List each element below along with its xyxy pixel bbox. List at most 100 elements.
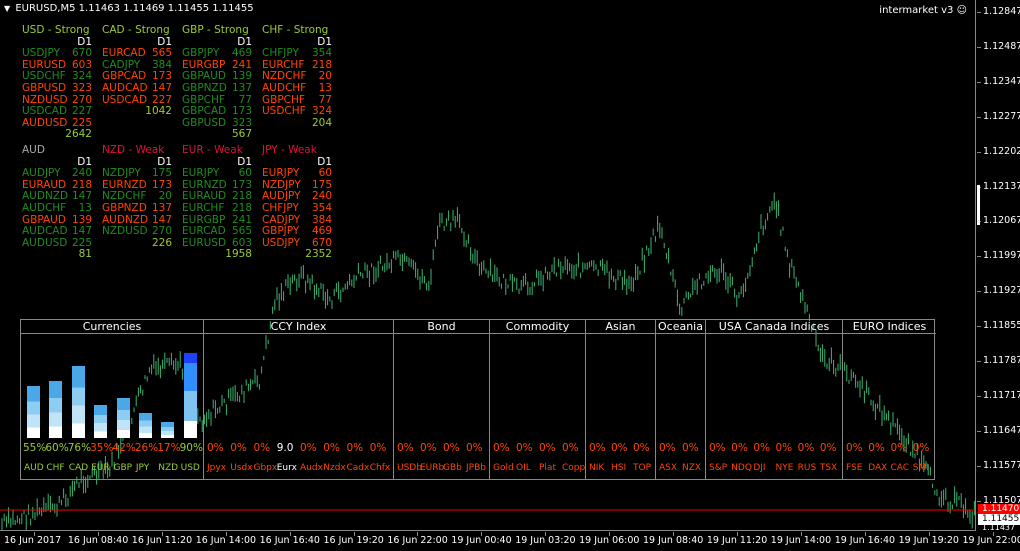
price-tick [977, 81, 981, 83]
strength-row: GBPJPY 469 [262, 226, 340, 238]
instrument-label[interactable]: Nzdx [323, 463, 346, 473]
strength-bar [94, 404, 108, 438]
instrument-label[interactable]: GBP [114, 463, 133, 473]
chart-area[interactable]: ▼ EURUSD,M5 1.11463 1.11469 1.11455 1.11… [0, 0, 976, 531]
instrument-label[interactable]: Gold [493, 463, 514, 473]
instrument-label[interactable]: NDQ [731, 463, 752, 473]
instrument-label[interactable]: RUS [798, 463, 817, 473]
price-label: 1.11997 [983, 250, 1020, 262]
time-label: 16 Jun 08:40 [67, 535, 129, 546]
strength-group: CHF - Strong D1 CHFJPY 354 EURCHF 218 NZDCHF 20… [262, 24, 340, 129]
instrument-label[interactable]: DAX [868, 463, 887, 473]
instrument-label[interactable]: ASX [659, 463, 677, 473]
instrument-label[interactable]: Copp [562, 463, 585, 473]
price-tick [977, 291, 981, 293]
strength-row: USDCAD 227 [22, 106, 100, 118]
panel-section-title: Bond [394, 320, 489, 334]
instrument-label[interactable]: USDb [397, 463, 422, 473]
time-label: 16 Jun 19:20 [323, 535, 384, 546]
strength-bar [138, 413, 152, 438]
percent-value: 0% [493, 442, 510, 454]
pair-name: AUDUSD [22, 236, 68, 249]
strength-sum: 1958 [225, 248, 252, 261]
instrument-label[interactable]: JPBb [466, 463, 486, 473]
instrument-label[interactable]: SMI [913, 463, 929, 473]
strength-row: AUDCHF 13 [262, 81, 340, 95]
panel-section-title: CCY Index [204, 320, 393, 334]
instrument-label[interactable]: USD [181, 463, 200, 473]
pair-name: EURCAD [182, 225, 226, 238]
percent-value: 0% [912, 442, 930, 454]
strength-bar [27, 385, 40, 438]
time-axis[interactable]: 16 Jun 2017 16 Jun 08:40 16 Jun 11:20 16 Ju… [0, 532, 1020, 551]
strength-bar [116, 398, 130, 438]
time-label: 19 Jun 22:00 [962, 535, 1020, 546]
pair-name: CHFJPY [262, 201, 299, 214]
instrument-label[interactable]: Gbpx [254, 463, 278, 473]
instrument-label[interactable]: FSE [846, 463, 862, 473]
instrument-label[interactable]: NIK [589, 463, 604, 473]
pair-name: NZDUSD [102, 225, 148, 238]
pair-value: 218 [231, 201, 252, 214]
instrument-label[interactable]: EUR [91, 463, 110, 473]
strength-row: GBPNZD 137 [182, 81, 260, 95]
instrument-label[interactable]: HSI [611, 463, 626, 473]
panel-section: Asian 0% NIK 0% HSI 0% TOP [586, 320, 656, 479]
pair-value: 354 [311, 201, 332, 214]
instrument-label[interactable]: Cadx [347, 463, 370, 473]
instrument-label[interactable]: Eurx [277, 463, 297, 473]
percent-value: 0% [346, 442, 364, 454]
instrument-label[interactable]: Usdx [230, 463, 252, 473]
percent-value: 0% [633, 442, 650, 454]
strength-group-title: USD - Strong [22, 24, 90, 36]
strength-row: GBPCAD 173 [182, 106, 260, 118]
panel-section-title: USA Canada Indices [706, 320, 842, 334]
instrument-label[interactable]: Audx [300, 463, 323, 473]
instrument-label[interactable]: CAD [69, 463, 88, 473]
time-label: 19 Jun 14:00 [770, 535, 832, 546]
price-label: 1.12277 [983, 110, 1020, 122]
instrument-label[interactable]: DJI [753, 463, 765, 473]
pair-value: 137 [231, 81, 252, 94]
instrument-label[interactable]: EURb [420, 463, 444, 473]
percent-value: 0% [397, 442, 414, 454]
time-label: 19 Jun 11:20 [706, 535, 768, 546]
strength-group-title: CHF - Strong [262, 24, 329, 36]
instrument-label[interactable]: TOP [633, 463, 651, 473]
pair-name: USDCHF [262, 105, 306, 118]
pair-name: GBPJPY [262, 225, 300, 238]
strength-bar [183, 352, 197, 438]
instrument-label[interactable]: CAC [891, 463, 910, 473]
instrument-label[interactable]: NYE [776, 463, 794, 473]
pair-name: AUDCHF [262, 81, 307, 94]
dropdown-triangle-icon[interactable]: ▼ [4, 4, 10, 13]
price-tick [977, 46, 981, 48]
instrument-label[interactable]: GBb [443, 463, 462, 473]
instrument-label[interactable]: NZX [682, 463, 701, 473]
time-label: 19 Jun 03:20 [515, 535, 576, 546]
instrument-label[interactable]: JPY [136, 463, 149, 473]
instrument-label[interactable]: Chfx [370, 463, 390, 473]
price-axis[interactable]: 1.12847 1.12487 1.12347 1.12277 1.12202 1.121… [977, 0, 1020, 531]
instrument-label[interactable]: S&P [709, 463, 727, 473]
strength-sum: 2352 [305, 248, 332, 261]
instrument-label[interactable]: TSX [820, 463, 837, 473]
instrument-label[interactable]: Plat [539, 463, 556, 473]
pair-name: EURCHF [182, 201, 225, 214]
strength-sum: 2642 [65, 128, 92, 141]
instrument-label[interactable]: Jpyx [207, 463, 226, 473]
percent-value: 0% [230, 442, 247, 454]
price-label: 1.12347 [983, 75, 1020, 87]
percent-value: 76% [67, 442, 92, 454]
instrument-label[interactable]: CHF [46, 463, 64, 473]
panel-section-title: Currencies [21, 320, 203, 334]
instrument-label[interactable]: AUD [24, 463, 44, 473]
indicator-label: intermarket v3 ☺ [879, 5, 967, 16]
time-label: 19 Jun 00:40 [451, 535, 512, 546]
strength-bar [49, 381, 63, 438]
pair-name: GBPCAD [182, 105, 227, 118]
price-tick [977, 116, 981, 118]
instrument-label[interactable]: OIL [516, 463, 531, 473]
instrument-label[interactable]: NZD [158, 463, 178, 473]
time-label: 19 Jun 16:40 [834, 535, 896, 546]
